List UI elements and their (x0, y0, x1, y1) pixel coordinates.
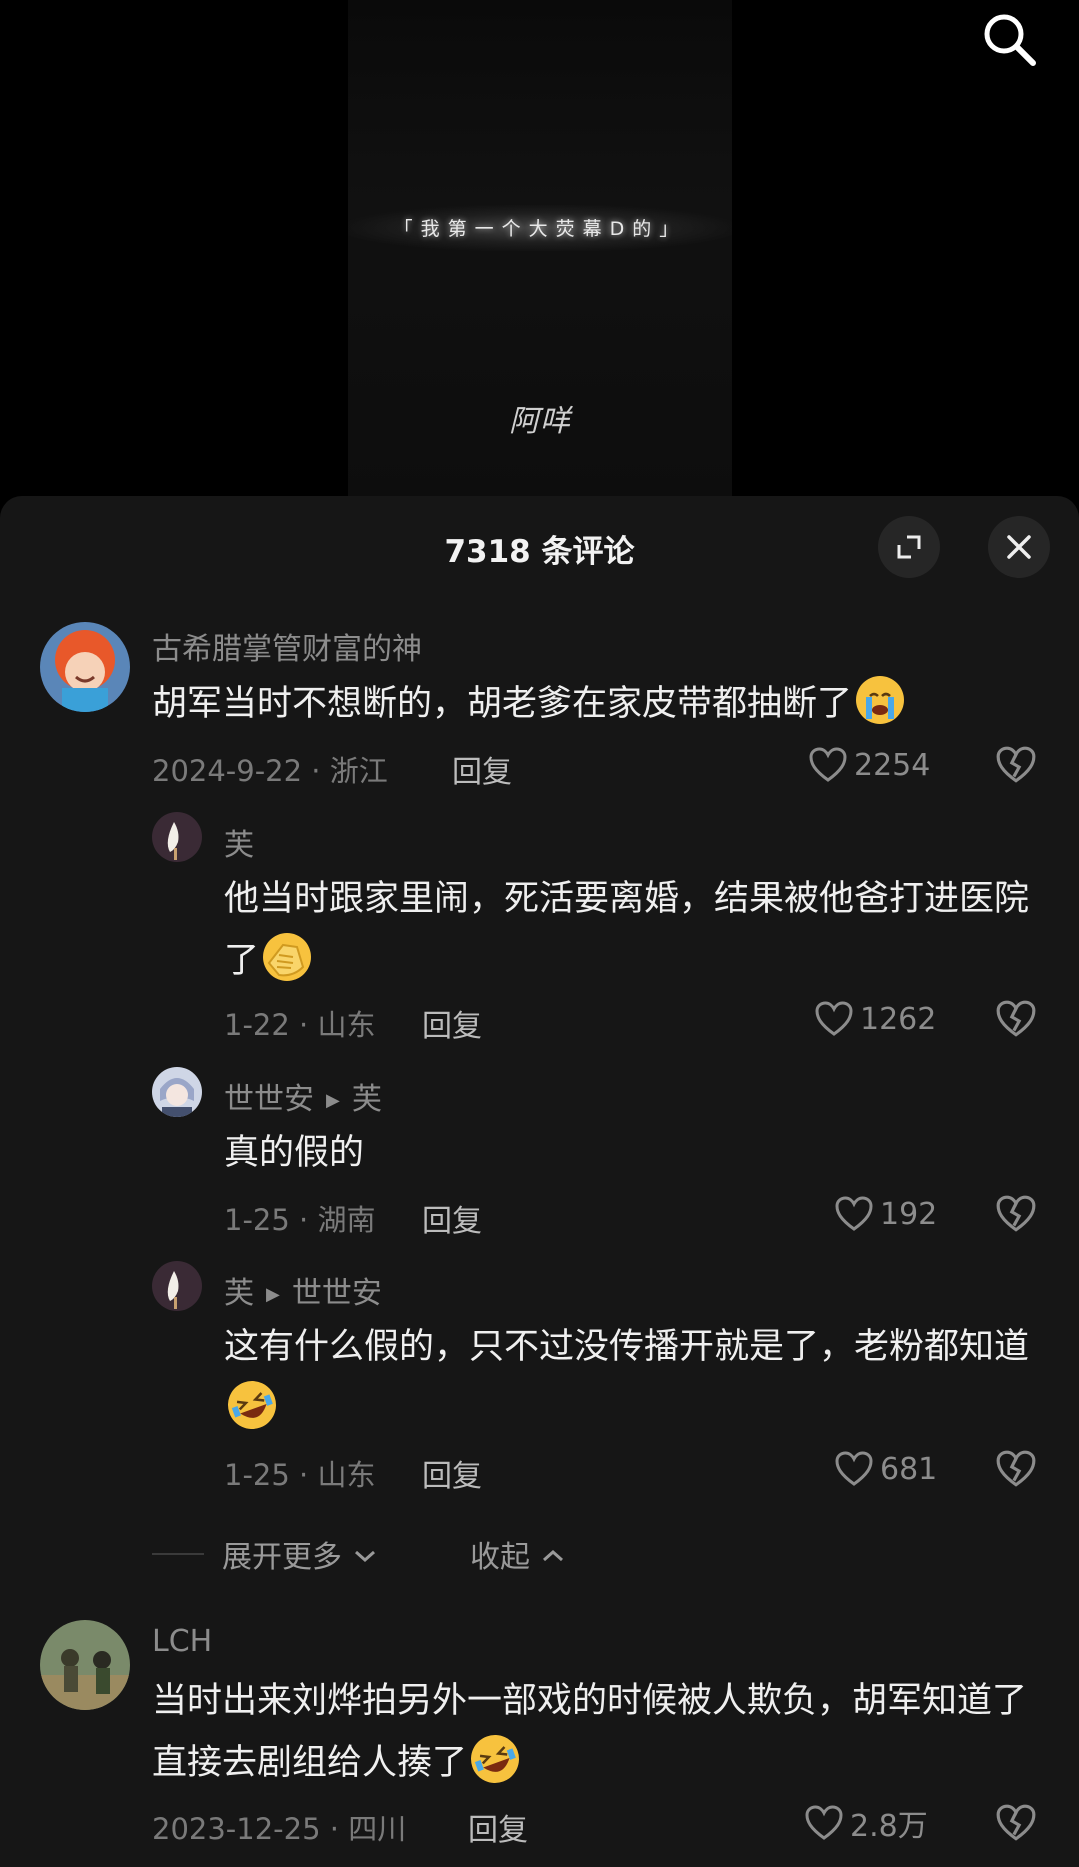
avatar[interactable] (152, 1067, 202, 1117)
like-button[interactable]: 2.8万 (804, 1799, 928, 1847)
avatar[interactable] (40, 622, 130, 712)
broken-heart-icon (996, 1000, 1036, 1037)
broken-heart-icon (996, 1195, 1036, 1232)
expand-icon (897, 535, 921, 559)
like-button[interactable]: 192 (834, 1190, 937, 1238)
like-button[interactable]: 2254 (808, 741, 930, 789)
comment-meta: 1-25 · 湖南 (224, 1203, 376, 1237)
search-icon[interactable] (978, 8, 1040, 70)
reply-button[interactable]: 回复 (422, 1001, 482, 1045)
loudly-crying-face-icon (856, 676, 905, 724)
broken-heart-icon (996, 746, 1036, 783)
collapse-button[interactable]: 收起 (470, 1532, 566, 1576)
username[interactable]: LCH (152, 1624, 212, 1659)
signature-logo: 阿咩 (509, 404, 571, 439)
comment-meta: 1-25 · 山东 (224, 1458, 376, 1492)
reply-arrow-icon: ▶ (326, 1090, 340, 1111)
video-caption: 「我第一个大荧幕D的」 (393, 218, 687, 240)
rolling-on-floor-laughing-icon (464, 1728, 526, 1790)
broken-heart-icon (996, 1450, 1036, 1487)
rolling-on-floor-laughing-icon (221, 1374, 283, 1436)
reply-button[interactable]: 回复 (452, 747, 512, 791)
like-count: 192 (880, 1196, 938, 1232)
heart-icon (805, 1805, 843, 1840)
dislike-button[interactable] (995, 744, 1037, 786)
heart-icon (835, 1196, 873, 1231)
avatar[interactable] (40, 1620, 130, 1710)
close-button[interactable] (988, 516, 1050, 578)
dislike-button[interactable] (995, 1448, 1037, 1490)
thread-divider (152, 1553, 204, 1555)
chevron-up-icon (542, 1549, 563, 1562)
username[interactable]: 芙 (224, 820, 254, 864)
like-count: 2.8万 (850, 1809, 928, 1844)
heart-icon (835, 1451, 873, 1486)
username[interactable]: 芙 ▶ 世世安 (224, 1268, 382, 1312)
comment-text: 他当时跟家里闹，死活要离婚，结果被他爸打进医院了 (224, 879, 1030, 981)
video-player[interactable]: 「我第一个大荧幕D的」 阿咩 (0, 0, 1079, 500)
close-icon (1007, 535, 1031, 559)
reply-button[interactable]: 回复 (422, 1196, 482, 1240)
comment-text: 当时出来刘烨拍另外一部戏的时候被人欺负，胡军知道了直接去剧组给人揍了 (152, 1670, 1032, 1794)
like-button[interactable]: 681 (834, 1445, 937, 1493)
like-count: 681 (880, 1451, 938, 1487)
expand-more-button[interactable]: 展开更多 (222, 1532, 378, 1576)
panel-header: 7318 条评论 (0, 496, 1079, 596)
heart-icon (815, 1001, 853, 1036)
avatar[interactable] (152, 1261, 202, 1311)
dislike-button[interactable] (995, 1193, 1037, 1235)
like-count: 1262 (860, 1001, 937, 1037)
reply-target[interactable]: 芙 (352, 1082, 382, 1117)
dislike-button[interactable] (995, 1802, 1037, 1844)
comment-text: 真的假的 (224, 1133, 365, 1173)
broken-heart-icon (996, 1804, 1036, 1841)
video-frame: 「我第一个大荧幕D的」 阿咩 (348, 0, 732, 500)
like-count: 2254 (854, 747, 931, 783)
reply-target[interactable]: 世世安 (292, 1276, 382, 1311)
reply-button[interactable]: 回复 (468, 1805, 528, 1849)
face-palm-icon (263, 933, 312, 981)
reply-button[interactable]: 回复 (422, 1451, 482, 1495)
comment-text: 胡军当时不想断的，胡老爹在家皮带都抽断了 (152, 673, 1032, 735)
heart-icon (809, 747, 847, 782)
comment-meta: 1-22 · 山东 (224, 1008, 376, 1042)
avatar[interactable] (152, 812, 202, 862)
comment-text: 这有什么假的，只不过没传播开就是了，老粉都知道 (221, 1316, 1034, 1440)
dislike-button[interactable] (995, 998, 1037, 1040)
chevron-down-icon (354, 1550, 375, 1563)
expand-button[interactable] (878, 516, 940, 578)
like-button[interactable]: 1262 (814, 995, 936, 1043)
username[interactable]: 世世安 ▶ 芙 (224, 1074, 382, 1118)
comment-meta: 2024-9-22 · 浙江 (152, 754, 388, 788)
username[interactable]: 古希腊掌管财富的神 (152, 624, 422, 668)
reply-arrow-icon: ▶ (266, 1284, 280, 1305)
comment-meta: 2023-12-25 · 四川 (152, 1812, 407, 1846)
